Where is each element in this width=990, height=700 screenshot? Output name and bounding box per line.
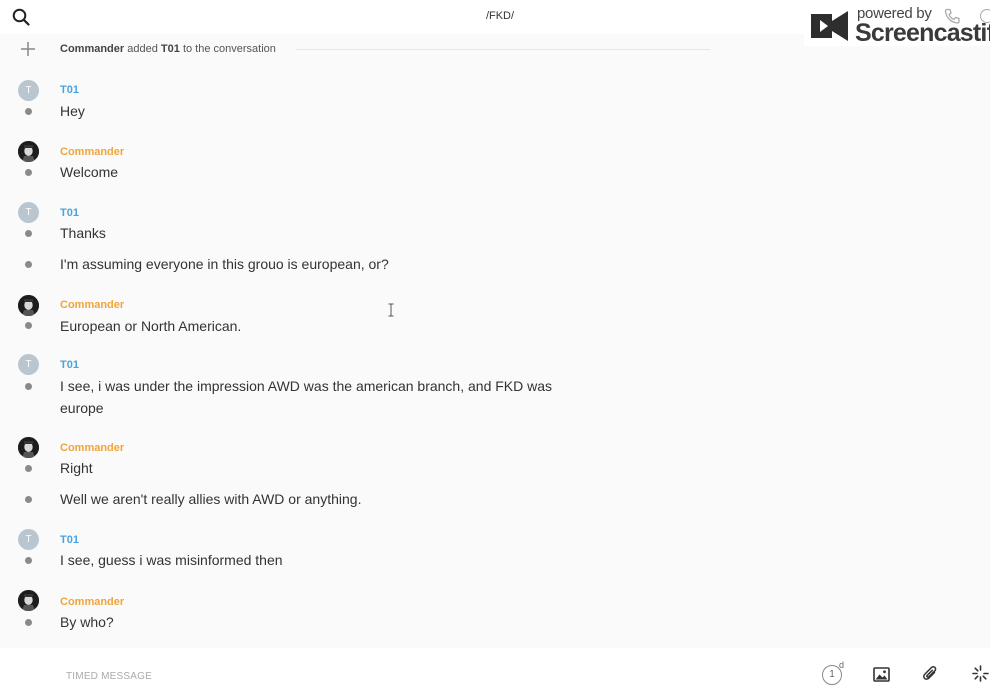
author-name[interactable]: Commander bbox=[60, 146, 124, 158]
plus-icon[interactable] bbox=[20, 41, 36, 57]
message-bullet bbox=[25, 383, 32, 390]
message-bullet bbox=[25, 108, 32, 115]
text-cursor-icon bbox=[388, 303, 394, 317]
avatar[interactable] bbox=[18, 437, 39, 458]
message-text: I'm assuming everyone in this grouo is e… bbox=[60, 256, 389, 272]
message-text: By who? bbox=[60, 614, 114, 630]
message-text: European or North American. bbox=[60, 318, 242, 334]
message-bullet bbox=[25, 465, 32, 472]
message-text: I see, guess i was misinformed then bbox=[60, 552, 283, 568]
message-bullet bbox=[25, 230, 32, 237]
message-text: Well we aren't really allies with AWD or… bbox=[60, 491, 362, 507]
author-name[interactable]: T01 bbox=[60, 534, 79, 546]
ping-icon[interactable] bbox=[972, 665, 989, 682]
info-icon[interactable] bbox=[980, 9, 990, 23]
author-name[interactable]: Commander bbox=[60, 299, 124, 311]
message-text: Right bbox=[60, 460, 93, 476]
paperclip-icon[interactable] bbox=[922, 665, 939, 683]
commander-avatar-icon bbox=[18, 590, 39, 611]
author-name[interactable]: Commander bbox=[60, 442, 124, 454]
image-icon[interactable] bbox=[873, 666, 890, 683]
avatar[interactable] bbox=[18, 141, 39, 162]
avatar[interactable]: T bbox=[18, 354, 39, 375]
message-input[interactable] bbox=[66, 668, 666, 684]
system-message: Commander added T01 to the conversation bbox=[0, 38, 710, 62]
commander-avatar-icon bbox=[18, 437, 39, 458]
message-bullet bbox=[25, 557, 32, 564]
message-bullet bbox=[25, 322, 32, 329]
message-bullet bbox=[25, 496, 32, 503]
author-name[interactable]: T01 bbox=[60, 207, 79, 219]
message-text: Welcome bbox=[60, 164, 119, 180]
message-text: I see, i was under the impression AWD wa… bbox=[60, 378, 553, 416]
phone-icon[interactable] bbox=[944, 8, 960, 24]
avatar[interactable]: T bbox=[18, 529, 39, 550]
watermark-brand: Screencastify bbox=[855, 19, 990, 46]
avatar[interactable]: T bbox=[18, 202, 39, 223]
author-name[interactable]: T01 bbox=[60, 359, 79, 371]
message-bullet bbox=[25, 261, 32, 268]
system-message-text: Commander added T01 to the conversation bbox=[60, 43, 276, 55]
avatar[interactable] bbox=[18, 295, 39, 316]
timer-unit: d bbox=[839, 660, 845, 670]
avatar[interactable]: T bbox=[18, 80, 39, 101]
screencastify-logo-icon bbox=[811, 11, 848, 41]
commander-avatar-icon bbox=[18, 295, 39, 316]
divider bbox=[296, 49, 710, 50]
author-name[interactable]: T01 bbox=[60, 84, 79, 96]
avatar[interactable] bbox=[18, 590, 39, 611]
message-bullet bbox=[25, 619, 32, 626]
message-text: Thanks bbox=[60, 225, 106, 241]
system-actor: Commander bbox=[60, 43, 125, 55]
system-target: T01 bbox=[160, 43, 180, 55]
system-suffix: to the conversation bbox=[182, 43, 276, 55]
message-bullet bbox=[25, 169, 32, 176]
composer-bar: 1 d bbox=[0, 648, 990, 700]
commander-avatar-icon bbox=[18, 141, 39, 162]
message-text: Hey bbox=[60, 103, 85, 119]
author-name[interactable]: Commander bbox=[60, 596, 124, 608]
screencastify-watermark: powered by Screencastify bbox=[804, 0, 990, 46]
system-action: added bbox=[127, 43, 158, 55]
